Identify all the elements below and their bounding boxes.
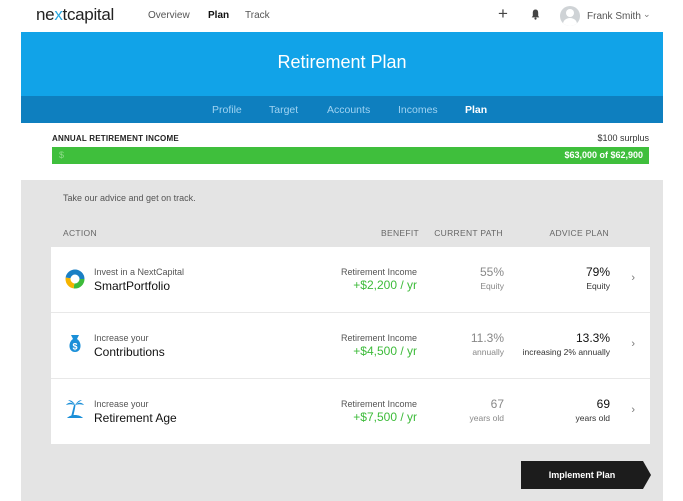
action-subtitle: Increase your (94, 399, 149, 409)
chevron-right-icon[interactable]: › (631, 338, 635, 350)
advice-sub: Equity (586, 281, 610, 291)
current-value: 55% (479, 265, 504, 279)
chevron-right-icon[interactable]: › (631, 404, 635, 416)
plus-icon[interactable]: + (498, 5, 508, 22)
plan-tabs: Profile Target Accounts Incomes Plan (21, 96, 663, 123)
benefit-value: +$4,500 / yr (353, 344, 417, 358)
implement-plan-button[interactable]: Implement Plan (521, 461, 651, 489)
tab-target[interactable]: Target (269, 104, 298, 116)
benefit-label: Retirement Income (340, 399, 417, 409)
money-bag-icon: $ (69, 335, 81, 352)
current-sub: years old (469, 413, 505, 423)
advice-sub: years old (575, 413, 611, 423)
action-row-smartportfolio[interactable]: Invest in a NextCapital SmartPortfolio R… (51, 247, 650, 312)
pie-chart-icon (65, 269, 85, 289)
current-sub: annually (472, 347, 504, 357)
action-row-retirement-age[interactable]: Increase your Retirement Age Retirement … (51, 379, 650, 444)
current-value: 11.3% (470, 331, 504, 345)
column-action: ACTION (63, 228, 97, 238)
benefit-value: +$2,200 / yr (353, 278, 417, 292)
bell-icon[interactable] (531, 9, 540, 20)
action-title: Contributions (94, 345, 165, 359)
tab-incomes[interactable]: Incomes (398, 104, 438, 116)
advice-value: 13.3% (575, 331, 610, 345)
tab-plan[interactable]: Plan (465, 104, 487, 116)
implement-plan-label: Implement Plan (548, 470, 616, 480)
action-subtitle: Invest in a NextCapital (94, 267, 185, 277)
page-title: Retirement Plan (277, 52, 407, 72)
column-benefit: BENEFIT (381, 228, 419, 238)
top-nav: nextcapital Overview Plan Track + Frank … (0, 0, 683, 32)
nav-overview[interactable]: Overview (148, 10, 190, 21)
income-value: $63,000 of $62,900 (564, 150, 643, 160)
advice-value: 69 (596, 397, 610, 411)
benefit-value: +$7,500 / yr (353, 410, 417, 424)
action-title: Retirement Age (94, 411, 177, 425)
svg-text:$: $ (72, 342, 77, 352)
chevron-right-icon[interactable]: › (631, 272, 635, 284)
advice-intro: Take our advice and get on track. (63, 193, 196, 203)
income-progress-bar: $ $63,000 of $62,900 (52, 147, 649, 164)
current-sub: Equity (480, 281, 504, 291)
surplus-text: $100 surplus (597, 133, 649, 143)
hero-banner: Retirement Plan (21, 32, 663, 96)
avatar[interactable] (560, 6, 580, 26)
advice-value: 79% (585, 265, 610, 279)
palm-tree-icon (66, 400, 84, 418)
column-current-path: CURRENT PATH (434, 228, 503, 238)
advice-sub: increasing 2% annually (522, 347, 610, 357)
nav-track[interactable]: Track (245, 10, 270, 21)
nav-plan[interactable]: Plan (208, 10, 229, 21)
action-title: SmartPortfolio (94, 279, 171, 293)
dollar-symbol: $ (59, 150, 65, 160)
tab-accounts[interactable]: Accounts (327, 104, 370, 116)
column-advice-plan: ADVICE PLAN (549, 228, 609, 238)
chevron-down-icon[interactable]: ⌄ (643, 9, 651, 20)
current-value: 67 (490, 397, 504, 411)
nextcapital-logo[interactable]: nextcapital (36, 5, 114, 25)
benefit-label: Retirement Income (340, 267, 417, 277)
income-label: ANNUAL RETIREMENT INCOME (52, 134, 179, 143)
benefit-label: Retirement Income (340, 333, 417, 343)
user-name[interactable]: Frank Smith (587, 11, 641, 22)
tab-profile[interactable]: Profile (212, 104, 242, 116)
action-subtitle: Increase your (94, 333, 149, 343)
action-row-contributions[interactable]: $ Increase your Contributions Retirement… (51, 313, 650, 378)
